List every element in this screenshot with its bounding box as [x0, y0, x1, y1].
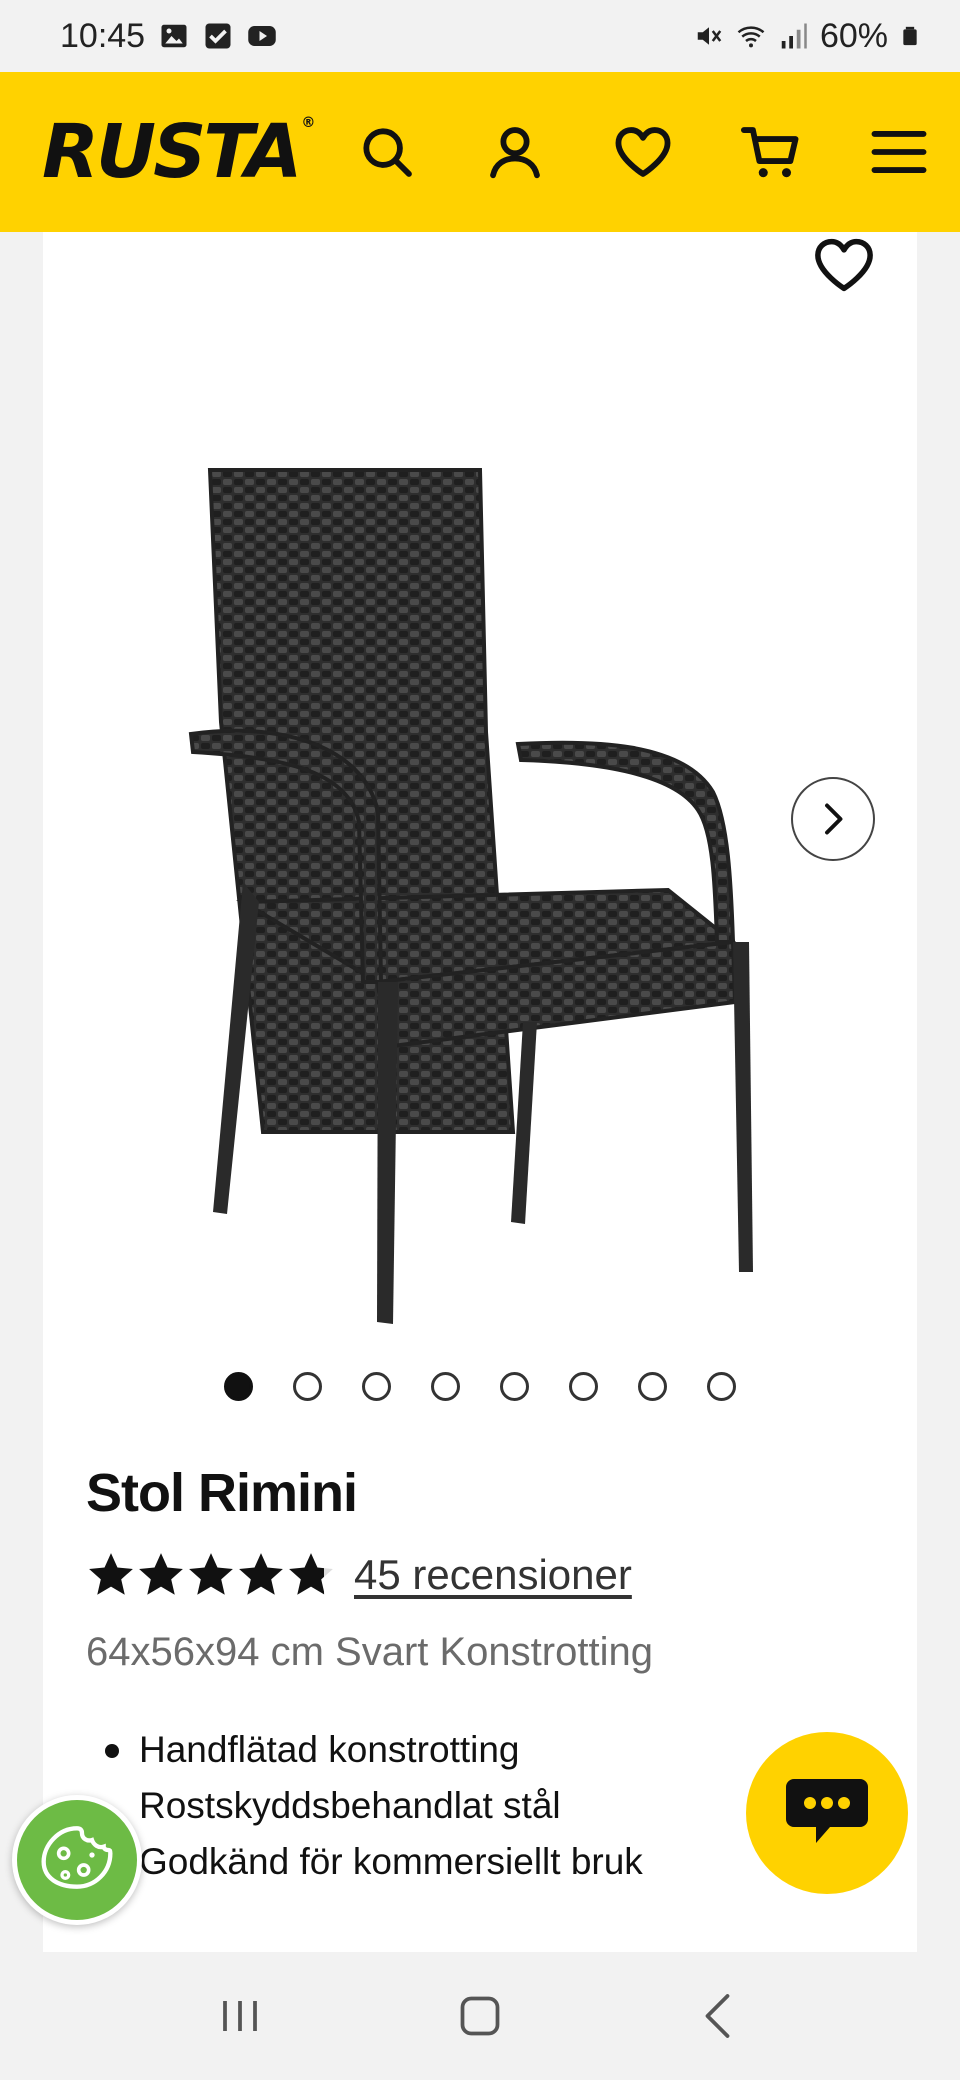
- product-card: Stol Rimini 45 recensioner 64x56x94 cm S…: [43, 232, 917, 1952]
- rusta-logo[interactable]: RUSTA ®: [42, 109, 315, 195]
- star-icon: [239, 1553, 283, 1595]
- feature-item: Rostskyddsbehandlat stål: [139, 1785, 561, 1826]
- battery-level: 60%: [819, 16, 888, 55]
- cookie-icon: [41, 1826, 113, 1889]
- product-subtitle: 64x56x94 cm Svart Konstrotting: [86, 1630, 653, 1674]
- back-icon[interactable]: [690, 1986, 750, 2046]
- status-time: 10:45: [60, 16, 146, 55]
- cart-icon[interactable]: [740, 121, 802, 183]
- home-icon[interactable]: [450, 1986, 510, 2046]
- logo-mark: ®: [301, 115, 315, 131]
- status-right: 60%: [694, 17, 920, 56]
- signal-icon: [781, 23, 807, 49]
- heart-icon[interactable]: [612, 121, 674, 183]
- gallery-dot[interactable]: [638, 1372, 667, 1401]
- menu-icon[interactable]: [868, 121, 930, 183]
- wifi-icon: [737, 26, 765, 48]
- site-header: RUSTA ®: [0, 72, 960, 232]
- chat-button[interactable]: [746, 1732, 908, 1894]
- gallery-next-button[interactable]: [791, 777, 875, 861]
- rating-row: 45 recensioner: [86, 1550, 632, 1600]
- feature-list: Handflätad konstrotting Rostskyddsbehand…: [103, 1722, 643, 1890]
- star-icon: [289, 1553, 333, 1595]
- gallery-icon: [161, 24, 187, 48]
- reviews-link[interactable]: 45 recensioner: [354, 1551, 632, 1599]
- gallery-dot[interactable]: [707, 1372, 736, 1401]
- feature-item: Handflätad konstrotting: [103, 1722, 643, 1778]
- status-left: 10:45: [60, 17, 277, 56]
- battery-icon: [903, 26, 917, 46]
- feature-item: Godkänd för kommersiellt bruk: [139, 1841, 643, 1882]
- recent-apps-icon[interactable]: [210, 1986, 270, 2046]
- cookie-settings-button[interactable]: [12, 1795, 142, 1925]
- mute-icon: [697, 27, 722, 45]
- gallery-dots: [43, 1372, 917, 1401]
- chat-bubble-icon: [786, 1779, 868, 1843]
- chevron-right-icon: [825, 803, 843, 835]
- gallery-dot[interactable]: [362, 1372, 391, 1401]
- gallery-dot[interactable]: [293, 1372, 322, 1401]
- star-rating: [86, 1550, 336, 1600]
- star-icon: [189, 1553, 233, 1595]
- gallery-dot[interactable]: [569, 1372, 598, 1401]
- checkbox-icon: [205, 23, 231, 49]
- search-icon[interactable]: [356, 121, 418, 183]
- gallery-dot[interactable]: [500, 1372, 529, 1401]
- gallery-dot[interactable]: [431, 1372, 460, 1401]
- star-icon: [139, 1553, 183, 1595]
- product-title: Stol Rimini: [86, 1463, 358, 1523]
- header-icons: [356, 121, 930, 183]
- favorite-heart-icon[interactable]: [811, 232, 877, 298]
- product-image[interactable]: [123, 342, 843, 1542]
- logo-text: RUSTA: [42, 109, 302, 195]
- account-icon[interactable]: [484, 121, 546, 183]
- system-nav-bar: [0, 1952, 960, 2080]
- gallery-dot[interactable]: [224, 1372, 253, 1401]
- youtube-icon: [248, 26, 276, 46]
- status-bar: 10:45 60%: [0, 0, 960, 72]
- star-icon: [89, 1553, 133, 1595]
